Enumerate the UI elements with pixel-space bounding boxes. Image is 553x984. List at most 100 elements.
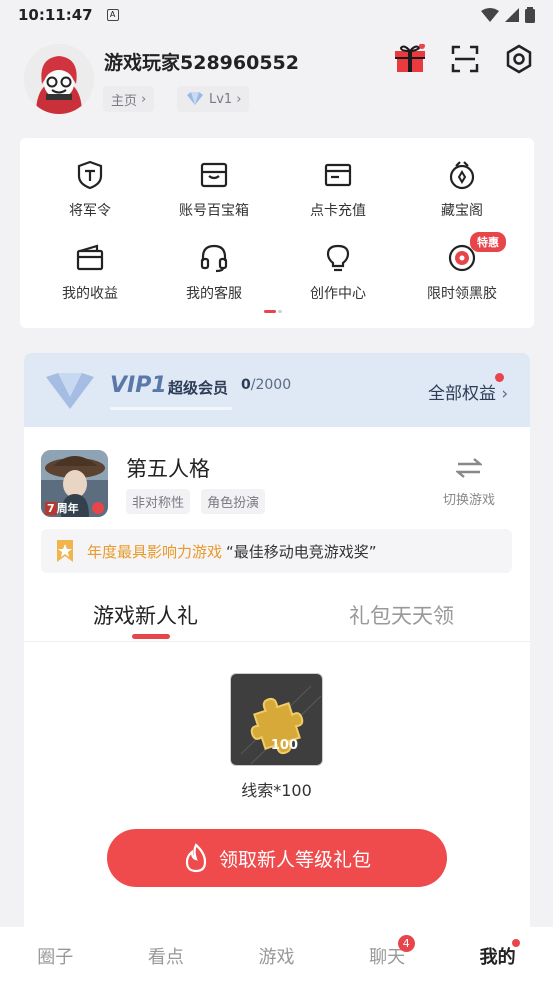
treasure-box-icon [200,162,228,188]
tab-newcomer-gift[interactable]: 游戏新人礼 [93,600,198,630]
diamond-icon [187,92,203,105]
nav-label: 聊天 [369,947,406,968]
menu-item-label: 我的客服 [186,286,242,302]
quick-menu-card: 将军令 账号百宝箱 点卡充值 藏宝阁 我的收益 我的客服 创作中心 限时领黑胶 … [20,138,534,328]
status-bar: 10:11:47 A [0,0,553,30]
vip-progress-text: 0 /2000 [241,377,291,393]
award-banner: 年度最具影响力游戏 “最佳移动电竞游戏奖” [41,529,512,573]
gift-icon[interactable] [395,44,425,74]
username[interactable]: 游戏玩家528960552 [104,48,299,75]
tab-label: 礼包天天领 [349,604,454,628]
switch-game-button[interactable]: 切换游戏 [434,457,504,508]
claim-label: 领取新人等级礼包 [218,848,371,871]
tab-label: 游戏新人礼 [93,604,198,628]
nav-label: 游戏 [258,947,295,968]
menu-item-earnings[interactable]: 我的收益 [25,243,155,303]
menu-item-account-box[interactable]: 账号百宝箱 [149,160,279,220]
treasure-pavilion-icon [449,161,475,190]
nav-tab-chat[interactable]: 聊天 4 [332,927,443,984]
flame-icon [185,843,207,873]
vip-title: VIP1 [110,373,167,398]
menu-item-creator-center[interactable]: 创作中心 [273,243,403,303]
menu-item-label: 账号百宝箱 [179,203,249,219]
headset-icon [200,244,228,273]
tab-daily-gift[interactable]: 礼包天天领 [349,600,454,630]
gift-count: 100 [270,738,298,753]
menu-item-token[interactable]: 将军令 [25,160,155,220]
nav-tab-highlights[interactable]: 看点 [111,927,222,984]
notification-dot [512,939,521,947]
menu-item-label: 我的收益 [62,286,118,302]
game-tag: 非对称性 [126,489,191,514]
menu-item-label: 藏宝阁 [441,203,483,219]
gift-item-name: 线索*100 [241,781,312,800]
menu-item-treasure-pavilion[interactable]: 藏宝阁 [397,160,527,220]
award-ribbon-icon [57,540,73,562]
level-label: Lv1 [209,91,233,107]
menu-item-recharge[interactable]: 点卡充值 [273,160,403,220]
award-text: “最佳移动电竞游戏奖” [226,542,377,561]
anniversary-mark: 7 [45,502,57,515]
menu-item-label: 点卡充值 [310,203,366,219]
all-rights-link[interactable]: 全部权益 › [428,379,508,404]
scan-icon[interactable] [450,44,480,74]
special-offer-badge: 特惠 [470,232,506,252]
bottom-nav: 圈子 看点 游戏 聊天 4 我的 [0,927,553,984]
level-link[interactable]: Lv1 › [177,86,250,112]
vip-banner[interactable]: VIP1 超级会员 0 /2000 全部权益 › [24,353,530,427]
menu-item-label: 限时领黑胶 [427,286,497,302]
nav-label: 我的 [479,947,516,968]
nav-tab-circle[interactable]: 圈子 [0,927,111,984]
settings-icon[interactable] [504,44,534,74]
battery-icon [525,7,535,23]
anniversary-label: 周年 [56,502,79,515]
avatar[interactable] [24,44,94,114]
vip-total: /2000 [250,377,292,393]
game-tags: 非对称性 角色扮演 [126,489,271,514]
game-tag: 角色扮演 [201,489,266,514]
vip-subtitle: 超级会员 [168,379,229,397]
status-time: 10:11:47 [18,6,93,24]
vip-progress: 0 [241,377,251,393]
home-label: 主页 [111,93,138,109]
chevron-right-icon: › [236,91,242,107]
claim-gift-button[interactable]: 领取新人等级礼包 [107,829,447,887]
netease-logo [92,502,104,514]
page-indicator-dot [278,310,282,313]
wallet-icon [76,244,104,271]
game-name[interactable]: 第五人格 [126,453,210,483]
switch-arrows-icon [454,458,484,478]
card-icon [324,163,352,187]
nav-label: 看点 [147,947,184,968]
menu-item-label: 将军令 [69,203,111,219]
menu-item-support[interactable]: 我的客服 [149,243,279,303]
switch-game-label: 切换游戏 [442,493,495,508]
chevron-right-icon: › [501,384,509,404]
anniversary-caption: 7 周年 [45,500,79,516]
nav-label: 圈子 [37,947,74,968]
active-tab-indicator [132,634,170,639]
wifi-icon [481,8,499,22]
game-section: 7 周年 第五人格 非对称性 角色扮演 切换游戏 年度最具影响力游戏 “最佳移动电… [24,427,530,927]
chevron-right-icon: › [141,91,147,107]
gift-tabs: 游戏新人礼 礼包天天领 [24,592,530,642]
page-indicator-active [264,310,276,313]
all-rights-label: 全部权益 [428,384,496,404]
profile-header: 游戏玩家528960552 主页 › Lv1 › [0,30,553,130]
status-icons [481,7,535,23]
vip-diamond-icon [46,373,94,409]
signal-icon [505,8,519,22]
menu-item-vinyl[interactable]: 限时领黑胶 [397,243,527,303]
home-link[interactable]: 主页 › [103,86,155,112]
avatar-image [24,44,94,114]
menu-item-label: 创作中心 [310,286,366,302]
game-icon-footer: 7 周年 [41,498,108,517]
gift-item-image[interactable]: 100 [230,673,323,766]
unread-count-badge: 4 [397,935,415,952]
status-indicator: A [106,9,119,21]
vip-progress-track [110,407,232,410]
award-highlight: 年度最具影响力游戏 [87,542,223,561]
shield-t-icon [77,160,103,190]
nav-tab-me[interactable]: 我的 [442,927,553,984]
nav-tab-games[interactable]: 游戏 [221,927,332,984]
